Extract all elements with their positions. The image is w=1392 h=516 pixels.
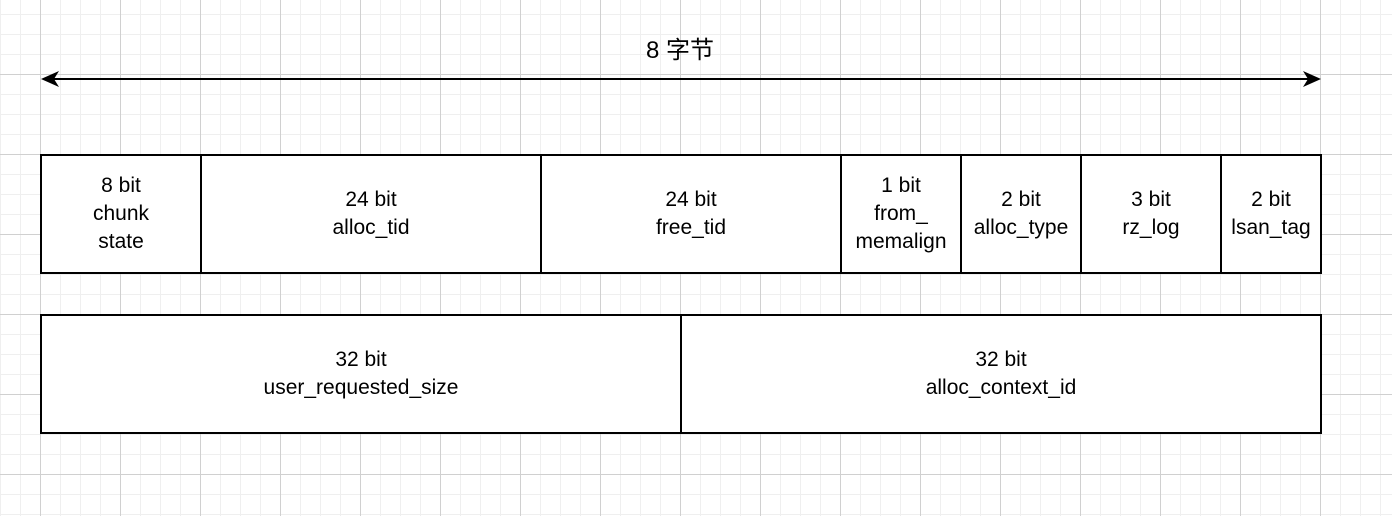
field-user-requested-size: 32 bit user_requested_size [42, 316, 682, 432]
field-name: alloc_tid [332, 216, 410, 239]
field-bits: 2 bit [1001, 188, 1041, 211]
field-from-memalign: 1 bit from_ memalign [842, 156, 962, 272]
width-arrow [41, 71, 1321, 87]
header-row-2: 32 bit user_requested_size 32 bit alloc_… [40, 314, 1322, 434]
field-name: alloc_type [973, 216, 1069, 239]
field-bits: 8 bit [101, 174, 141, 197]
field-name: lsan_tag [1231, 216, 1311, 239]
field-alloc-context-id: 32 bit alloc_context_id [682, 316, 1320, 432]
header-row-1: 8 bit chunk state 24 bit alloc_tid 24 bi… [40, 154, 1322, 274]
field-bits: 32 bit [335, 348, 387, 371]
field-lsan-tag: 2 bit lsan_tag [1222, 156, 1320, 272]
field-bits: 32 bit [975, 348, 1027, 371]
field-name: memalign [855, 230, 947, 253]
field-name: rz_log [1122, 216, 1180, 239]
field-free-tid: 24 bit free_tid [542, 156, 842, 272]
field-name: chunk [92, 202, 150, 225]
field-bits: 2 bit [1251, 188, 1291, 211]
field-name: user_requested_size [263, 376, 459, 399]
field-bits: 24 bit [345, 188, 397, 211]
field-bits: 24 bit [665, 188, 717, 211]
field-bits: 1 bit [881, 174, 921, 197]
field-name: state [98, 230, 144, 253]
field-name: free_tid [655, 216, 727, 239]
field-bits: 3 bit [1131, 188, 1171, 211]
field-name: from_ [874, 202, 928, 225]
field-name: alloc_context_id [925, 376, 1077, 399]
field-alloc-type: 2 bit alloc_type [962, 156, 1082, 272]
field-rz-log: 3 bit rz_log [1082, 156, 1222, 272]
field-alloc-tid: 24 bit alloc_tid [202, 156, 542, 272]
field-chunk-state: 8 bit chunk state [42, 156, 202, 272]
